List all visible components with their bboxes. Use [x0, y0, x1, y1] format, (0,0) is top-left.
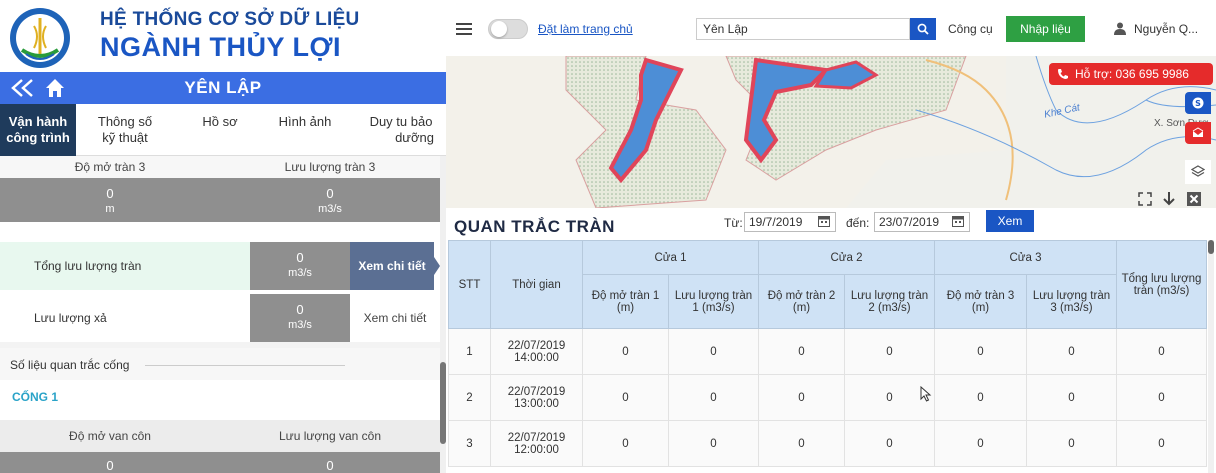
discharge-detail-link[interactable]: Xem chi tiết — [350, 294, 440, 342]
spill3-flow-label: Lưu lượng tràn 3 — [220, 156, 440, 178]
user-name[interactable]: Nguyễn Q... — [1134, 22, 1198, 36]
tab-bar: Vận hành công trình Thông số kỹ thuật Hồ s… — [0, 104, 446, 156]
top-bar: Đặt làm trang chủ Công cụ Nhập liệu Nguy… — [446, 0, 1216, 56]
home-toggle[interactable] — [488, 19, 528, 39]
to-label: đến: — [846, 216, 870, 230]
tab-van-hanh[interactable]: Vận hành công trình — [0, 104, 76, 156]
spill-table: STT Thời gian Cửa 1 Cửa 2 Cửa 3 Tổng lưu… — [448, 240, 1207, 467]
logo-icon — [10, 8, 70, 68]
culvert1-flow-label: Lưu lượng van côn — [220, 420, 440, 452]
col-flow2: Lưu lượng tràn 2 (m3/s) — [844, 274, 935, 329]
col-gate1: Cửa 1 — [582, 240, 759, 275]
brand-header: HỆ THỐNG CƠ SỞ DỮ LIỆU NGÀNH THỦY LỢI — [0, 0, 446, 72]
arrow-down-icon[interactable] — [1162, 191, 1176, 207]
left-panel: HỆ THỐNG CƠ SỞ DỮ LIỆU NGÀNH THỦY LỢI YÊ… — [0, 0, 446, 473]
col-flow3: Lưu lượng tràn 3 (m3/s) — [1026, 274, 1117, 329]
station-bar: YÊN LẬP — [0, 72, 446, 104]
spill3-open-value: 0 m — [0, 178, 220, 222]
culvert1-open-value: 0 — [0, 452, 220, 473]
search-input[interactable] — [696, 18, 910, 40]
fullscreen-icon[interactable] — [1138, 192, 1152, 206]
monitoring-panel: QUAN TRẮC TRÀN Từ: 19/7/2019 đến: 23/07/… — [446, 208, 1216, 473]
table-row[interactable]: 1 22/07/2019 14:00:00 0 0 0 0 0 0 0 — [448, 328, 1207, 375]
panel-title: QUAN TRẮC TRÀN — [454, 217, 615, 236]
total-spill-detail-button[interactable]: Xem chi tiết — [350, 242, 434, 290]
skype-button[interactable]: S — [1185, 92, 1211, 114]
user-icon — [1114, 22, 1126, 35]
set-home-link[interactable]: Đặt làm trang chủ — [538, 22, 633, 36]
skype-icon: S — [1192, 97, 1204, 109]
station-title: YÊN LẬP — [184, 78, 262, 97]
brand-title-line2: NGÀNH THỦY LỢI — [100, 32, 342, 62]
total-spill-value: 0 m3/s — [250, 242, 350, 290]
view-button[interactable]: Xem — [986, 210, 1034, 232]
table-scrollbar-thumb[interactable] — [1208, 240, 1214, 254]
support-hotline[interactable]: Hỗ trợ: 036 695 9986 — [1049, 63, 1213, 85]
table-scrollbar-track[interactable] — [1208, 240, 1214, 473]
col-open2: Độ mở tràn 2 (m) — [758, 274, 845, 329]
discharge-value: 0 m3/s — [250, 294, 350, 342]
right-panel: Khe Cát X. Sơn Dươ Đặt làm trang chủ Côn… — [446, 0, 1216, 473]
mail-icon — [1192, 127, 1204, 137]
operation-content: Độ mở tràn 3 Lưu lượng tràn 3 0 m 0 m3/s… — [0, 156, 440, 473]
calendar-icon[interactable] — [952, 215, 964, 227]
enter-data-button[interactable]: Nhập liệu — [1006, 16, 1085, 42]
tab-hinh-anh[interactable]: Hình ảnh — [264, 104, 346, 156]
menu-icon[interactable] — [456, 22, 472, 36]
cursor-icon — [920, 386, 932, 402]
col-open3: Độ mở tràn 3 (m) — [934, 274, 1027, 329]
brand-title-line1: HỆ THỐNG CƠ SỞ DỮ LIỆU — [100, 9, 360, 30]
col-flow1: Lưu lượng tràn 1 (m3/s) — [668, 274, 759, 329]
search-button[interactable] — [910, 18, 936, 40]
arrow-right-icon — [432, 254, 440, 278]
culvert1-title: CỐNG 1 — [12, 390, 59, 404]
section-rule — [145, 365, 345, 366]
total-spill-label: Tổng lưu lượng tràn — [0, 242, 250, 290]
culvert1-flow-value: 0 — [220, 452, 440, 473]
calendar-icon[interactable] — [818, 215, 830, 227]
layers-button[interactable] — [1185, 160, 1211, 184]
svg-text:S: S — [1195, 99, 1201, 108]
table-row[interactable]: 3 22/07/2019 12:00:00 0 0 0 0 0 0 0 — [448, 420, 1207, 467]
close-icon[interactable] — [1186, 191, 1202, 207]
spill3-open-label: Độ mở tràn 3 — [0, 156, 220, 178]
col-total: Tổng lưu lượng tràn (m3/s) — [1116, 240, 1207, 329]
layers-icon — [1191, 165, 1205, 177]
support-text: Hỗ trợ: 036 695 9986 — [1075, 67, 1189, 81]
map-view[interactable]: Khe Cát X. Sơn Dươ Đặt làm trang chủ Côn… — [446, 0, 1216, 208]
tab-duy-tu[interactable]: Duy tu bảo dưỡng — [356, 104, 446, 156]
from-label: Từ: — [724, 216, 743, 230]
col-gate3: Cửa 3 — [934, 240, 1117, 275]
col-gate2: Cửa 2 — [758, 240, 935, 275]
col-time: Thời gian — [490, 240, 583, 329]
col-stt: STT — [448, 240, 491, 329]
phone-icon — [1058, 69, 1068, 79]
culvert1-open-label: Độ mở van côn — [0, 420, 220, 452]
table-row[interactable]: 2 22/07/2019 13:00:00 0 0 0 0 0 0 0 — [448, 374, 1207, 421]
tab-thong-so[interactable]: Thông số kỹ thuật — [86, 104, 164, 156]
spill3-flow-value: 0 m3/s — [220, 178, 440, 222]
map-controls — [1136, 190, 1216, 208]
tools-menu[interactable]: Công cụ — [948, 22, 993, 36]
mail-button[interactable] — [1185, 122, 1211, 144]
discharge-label: Lưu lượng xả — [0, 294, 250, 342]
culvert1-header-bg — [0, 380, 440, 418]
tab-ho-so[interactable]: Hồ sơ — [192, 104, 248, 156]
search-icon — [917, 23, 929, 35]
col-open1: Độ mở tràn 1 (m) — [582, 274, 669, 329]
culvert-section-title: Số liệu quan trắc cống — [10, 358, 130, 372]
toggle-knob — [491, 21, 507, 37]
